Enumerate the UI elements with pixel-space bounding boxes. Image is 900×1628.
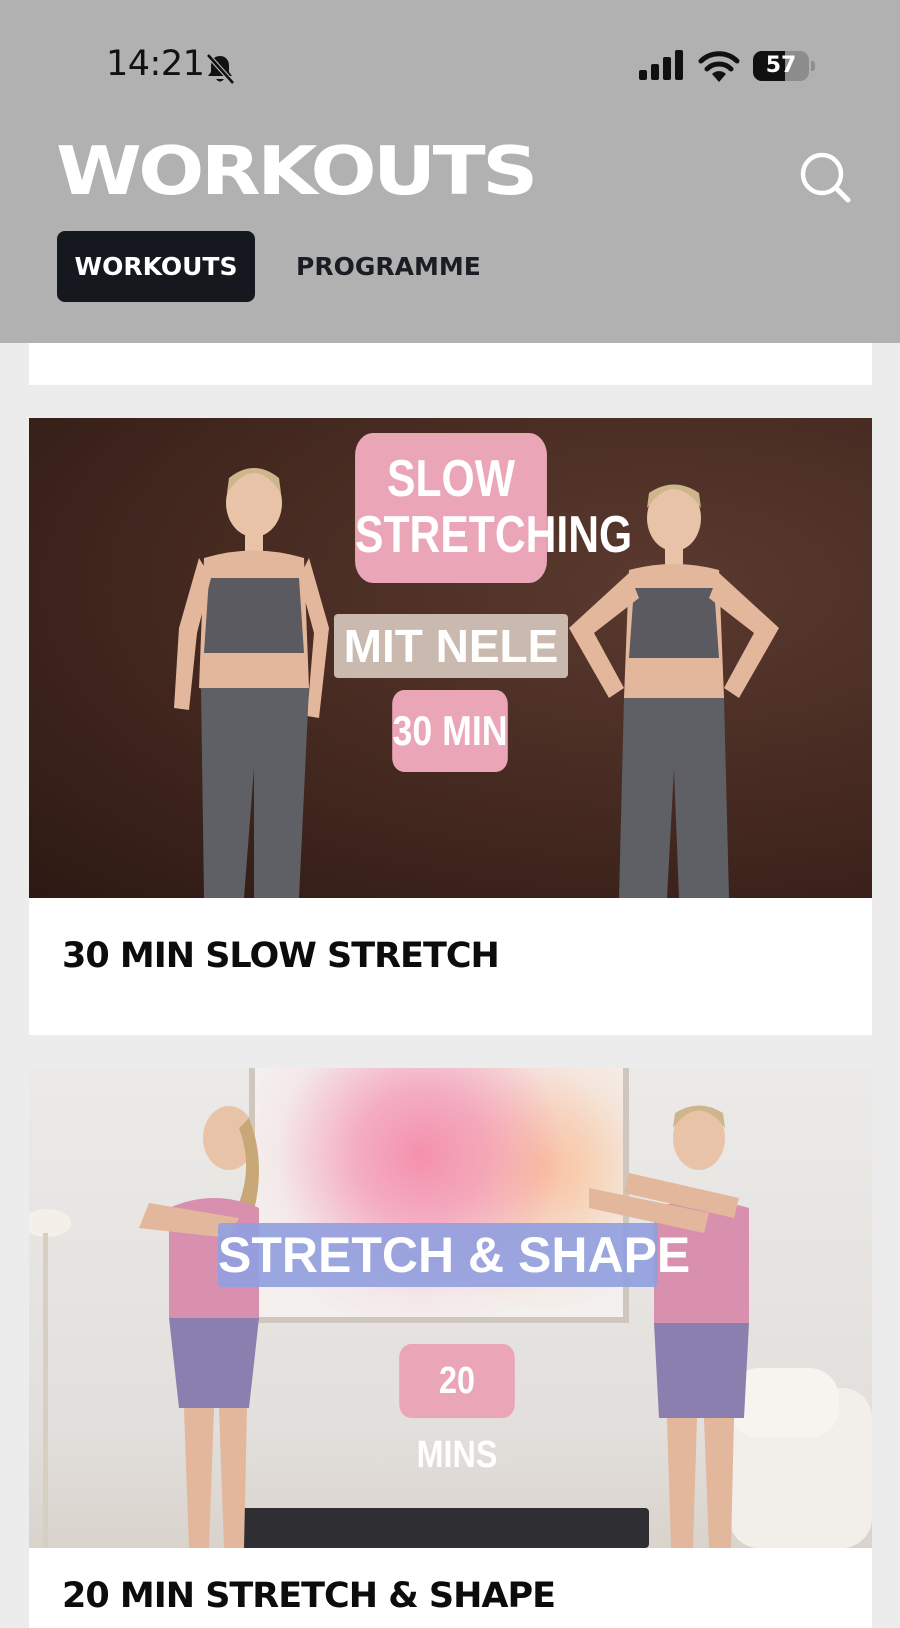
workout-title: 30 MIN SLOW STRETCH — [62, 936, 500, 976]
workout-card[interactable]: STRETCH & SHAPE 20 MINS 20 MIN STRETCH &… — [29, 1068, 872, 1628]
person-figure — [139, 1106, 259, 1548]
tab-workouts[interactable]: WORKOUTS — [57, 231, 255, 302]
thumbnail-duration-badge: 30 MIN — [392, 690, 508, 772]
workout-card[interactable]: SLOW STRETCHING MIT NELE 30 MIN 30 MIN S… — [29, 418, 872, 1035]
lamp — [29, 1209, 71, 1548]
bell-muted-icon — [206, 53, 235, 85]
app-header: 14:21 57 WORKOUTS WORKOUTS PROGRAMME — [0, 0, 900, 343]
search-icon — [800, 152, 851, 203]
thumbnail-subtitle: MIT NELE — [334, 614, 568, 678]
thumbnail-duration-badge: 20 MINS — [399, 1344, 515, 1476]
workout-thumbnail: STRETCH & SHAPE 20 MINS — [29, 1068, 872, 1548]
cellular-signal-icon — [639, 50, 683, 80]
workout-title: 20 MIN STRETCH & SHAPE — [62, 1576, 556, 1616]
thumbnail-headline: STRETCH & SHAPE — [218, 1223, 690, 1287]
thumbnail-title-line1: SLOW — [387, 450, 515, 508]
thumbnail-title-badge: SLOW STRETCHING — [355, 433, 633, 583]
thumbnail-title-line2: STRETCHING — [355, 506, 633, 564]
page-title: WORKOUTS — [56, 132, 538, 210]
search-button[interactable] — [798, 150, 852, 204]
status-time: 14:21 — [106, 44, 205, 84]
battery-indicator: 57 — [753, 51, 815, 81]
workout-card-partial[interactable] — [29, 343, 872, 385]
battery-level: 57 — [765, 53, 797, 78]
wifi-icon — [698, 51, 740, 82]
workout-thumbnail: SLOW STRETCHING MIT NELE 30 MIN — [29, 418, 872, 898]
tab-programme[interactable]: PROGRAMME — [296, 231, 481, 302]
person-figure — [589, 1105, 749, 1548]
